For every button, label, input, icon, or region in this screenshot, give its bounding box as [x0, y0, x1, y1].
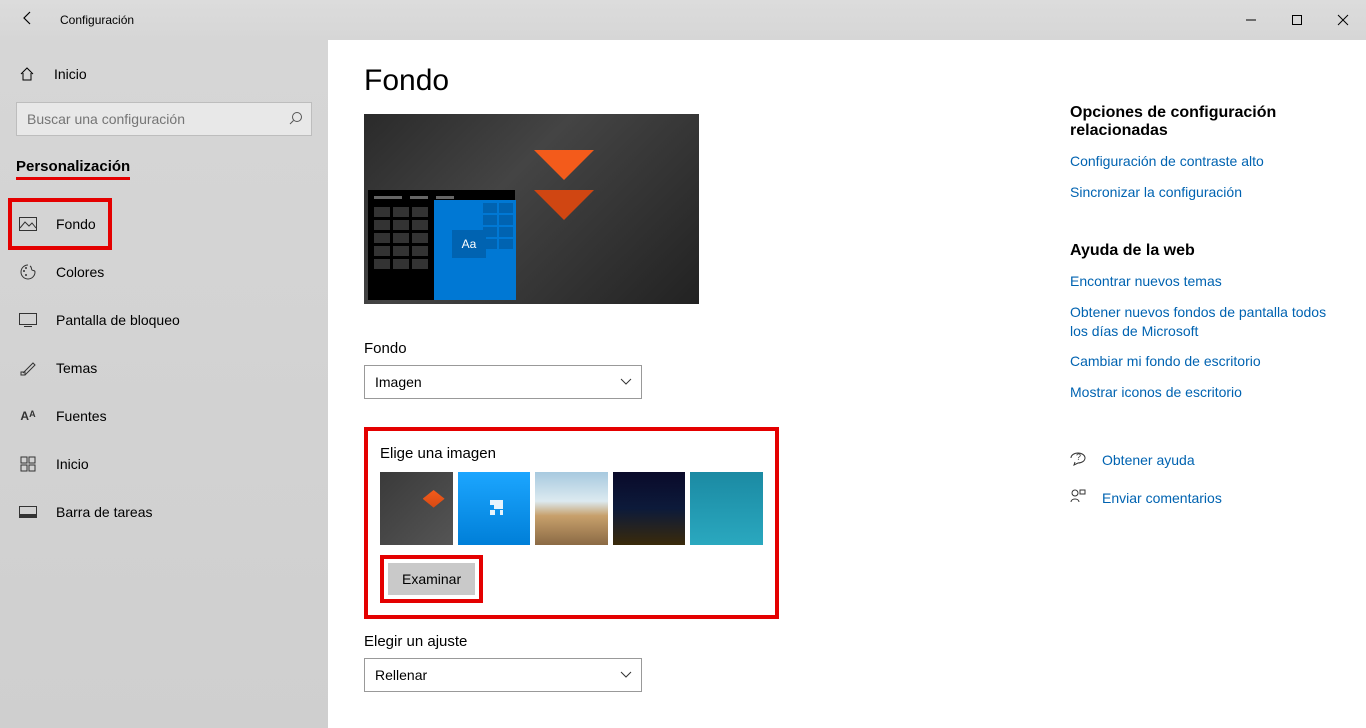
browse-button[interactable]: Examinar — [388, 563, 475, 595]
taskbar-icon — [18, 506, 38, 518]
search-box[interactable] — [16, 102, 312, 136]
background-preview: Aa — [364, 114, 699, 304]
sidebar-item-label: Fuentes — [56, 408, 107, 424]
sidebar-item-label: Fondo — [56, 216, 96, 232]
sidebar-item-label: Inicio — [56, 456, 89, 472]
sidebar: Inicio Personalización Fondo Color — [0, 40, 328, 728]
chevron-down-icon — [621, 670, 631, 681]
fit-label: Elegir un ajuste — [364, 633, 1070, 650]
feedback-row[interactable]: Enviar comentarios — [1070, 488, 1330, 508]
related-link[interactable]: Configuración de contraste alto — [1070, 152, 1330, 171]
sidebar-item-barra-tareas[interactable]: Barra de tareas — [16, 488, 312, 536]
wallpaper-logo-icon — [534, 150, 594, 240]
image-thumbnails — [380, 472, 763, 545]
dropdown-value: Imagen — [375, 374, 422, 390]
webhelp-link[interactable]: Mostrar iconos de escritorio — [1070, 383, 1330, 402]
chevron-down-icon — [621, 377, 631, 388]
sidebar-item-label: Temas — [56, 360, 97, 376]
background-type-dropdown[interactable]: Imagen — [364, 365, 642, 399]
search-input[interactable] — [27, 111, 289, 127]
maximize-button[interactable] — [1274, 0, 1320, 40]
sidebar-home[interactable]: Inicio — [16, 58, 312, 90]
sidebar-item-colores[interactable]: Colores — [16, 248, 312, 296]
content-area: Fondo Aa — [328, 40, 1366, 728]
webhelp-link[interactable]: Cambiar mi fondo de escritorio — [1070, 352, 1330, 371]
help-icon: ? — [1070, 450, 1088, 470]
background-type-label: Fondo — [364, 340, 1070, 357]
sidebar-item-inicio-menu[interactable]: Inicio — [16, 440, 312, 488]
webhelp-heading: Ayuda de la web — [1070, 242, 1330, 260]
back-button[interactable] — [20, 10, 36, 31]
sidebar-item-pantalla-bloqueo[interactable]: Pantalla de bloqueo — [16, 296, 312, 344]
sidebar-section-title: Personalización — [16, 158, 130, 180]
sidebar-item-label: Barra de tareas — [56, 504, 153, 520]
dropdown-value: Rellenar — [375, 667, 427, 683]
window-title: Configuración — [60, 13, 134, 27]
minimize-button[interactable] — [1228, 0, 1274, 40]
image-thumbnail[interactable] — [458, 472, 531, 545]
preview-sample-text: Aa — [452, 230, 486, 258]
feedback-icon — [1070, 488, 1088, 508]
palette-icon — [18, 264, 38, 280]
sidebar-item-fuentes[interactable]: AA Fuentes — [16, 392, 312, 440]
search-icon — [289, 111, 303, 128]
brush-icon — [18, 360, 38, 376]
title-bar: Configuración — [0, 0, 1366, 40]
close-button[interactable] — [1320, 0, 1366, 40]
image-thumbnail[interactable] — [535, 472, 608, 545]
lock-screen-icon — [18, 313, 38, 327]
get-help-row[interactable]: ? Obtener ayuda — [1070, 450, 1330, 470]
fonts-icon: AA — [18, 409, 38, 423]
related-link[interactable]: Sincronizar la configuración — [1070, 183, 1330, 202]
webhelp-link[interactable]: Encontrar nuevos temas — [1070, 272, 1330, 291]
sidebar-item-fondo[interactable]: Fondo — [16, 200, 312, 248]
sidebar-item-label: Pantalla de bloqueo — [56, 312, 180, 328]
picture-icon — [18, 217, 38, 231]
feedback-link[interactable]: Enviar comentarios — [1102, 490, 1222, 506]
related-heading: Opciones de configuración relacionadas — [1070, 104, 1330, 140]
home-icon — [18, 66, 36, 82]
start-icon — [18, 456, 38, 472]
choose-image-label: Elige una imagen — [380, 445, 763, 462]
related-panel: Opciones de configuración relacionadas C… — [1070, 64, 1330, 704]
webhelp-link[interactable]: Obtener nuevos fondos de pantalla todos … — [1070, 303, 1330, 341]
choose-image-section: Elige una imagen Examinar — [364, 427, 779, 619]
sidebar-home-label: Inicio — [54, 66, 87, 82]
fit-dropdown[interactable]: Rellenar — [364, 658, 642, 692]
sidebar-item-label: Colores — [56, 264, 104, 280]
svg-text:?: ? — [1076, 452, 1081, 462]
image-thumbnail[interactable] — [690, 472, 763, 545]
get-help-link[interactable]: Obtener ayuda — [1102, 452, 1195, 468]
page-title: Fondo — [364, 64, 1070, 98]
sidebar-nav: Fondo Colores Pantalla de bloqueo Temas — [16, 200, 312, 536]
image-thumbnail[interactable] — [613, 472, 686, 545]
sidebar-item-temas[interactable]: Temas — [16, 344, 312, 392]
image-thumbnail[interactable] — [380, 472, 453, 545]
browse-highlight: Examinar — [380, 555, 483, 603]
